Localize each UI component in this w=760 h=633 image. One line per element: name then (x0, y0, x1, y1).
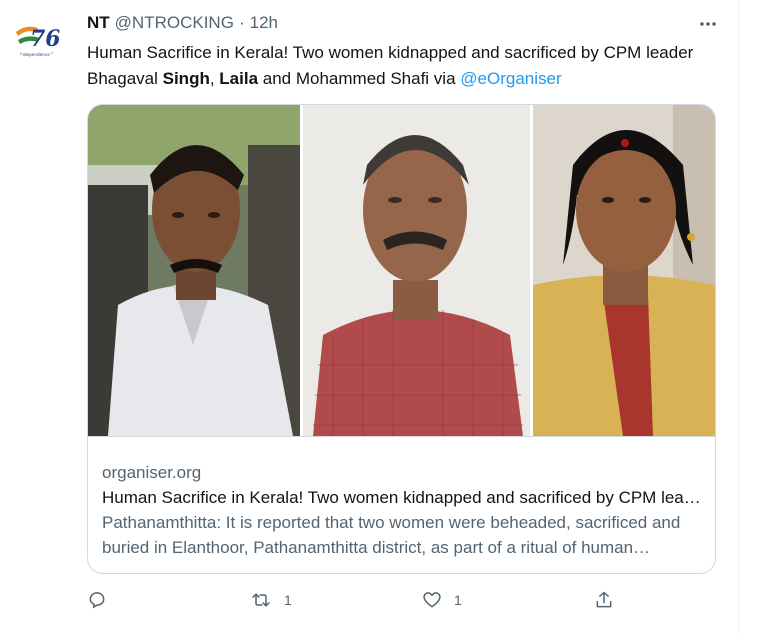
reply-button[interactable] (87, 590, 119, 610)
timestamp[interactable]: 12h (250, 13, 278, 33)
tweet-text-bold-segment: Laila (219, 69, 259, 88)
link-card[interactable]: organiser.org Human Sacrifice in Kerala!… (87, 104, 716, 574)
tweet-actions: 1 1 (87, 590, 627, 620)
svg-text:76: 76 (30, 26, 60, 52)
tweet-text-segment: and Mohammed Shafi via (258, 69, 461, 88)
card-description-text: Pathanamthitta: It is reported that two … (102, 513, 681, 557)
tweet-text: Human Sacrifice in Kerala! Two women kid… (87, 40, 717, 92)
svg-text:Independence Day: Independence Day (20, 52, 60, 57)
card-divider (88, 436, 715, 437)
retweet-icon (252, 593, 270, 607)
share-button[interactable] (594, 590, 614, 610)
retweet-button[interactable]: 1 (250, 590, 292, 610)
independence-day-logo-icon: 76 Independence Day (12, 12, 60, 60)
photo-man-white-shirt (88, 105, 300, 436)
reply-icon (89, 592, 105, 609)
timeline-border (738, 0, 739, 633)
tweet-header: NT @NTROCKING · 12h (87, 12, 278, 34)
tweet-text-segment: , (209, 69, 220, 88)
card-description: Pathanamthitta: It is reported that two … (102, 510, 702, 560)
like-count: 1 (454, 592, 462, 608)
heart-icon (423, 592, 441, 608)
photo-older-man-checked-shirt (303, 105, 530, 436)
more-options-button[interactable] (696, 12, 720, 36)
card-meta: organiser.org Human Sacrifice in Kerala!… (102, 460, 702, 560)
like-button[interactable]: 1 (422, 590, 462, 610)
photo-woman-yellow-saree (533, 105, 715, 436)
retweet-count: 1 (284, 592, 292, 608)
avatar[interactable]: 76 Independence Day (12, 12, 60, 60)
separator: · (238, 13, 245, 32)
card-domain: organiser.org (102, 463, 202, 482)
card-image[interactable] (88, 105, 715, 436)
more-dots-icon (700, 22, 716, 26)
mention-link[interactable]: @eOrganiser (460, 69, 561, 88)
tweet-text-bold-segment: Singh (162, 69, 210, 88)
card-title: Human Sacrifice in Kerala! Two women kid… (102, 488, 702, 507)
share-icon (596, 591, 612, 608)
author-handle[interactable]: @NTROCKING (115, 13, 234, 33)
tweet[interactable]: 76 Independence Day NT @NTROCKING · 12h … (0, 0, 738, 633)
author-name[interactable]: NT (87, 13, 110, 33)
